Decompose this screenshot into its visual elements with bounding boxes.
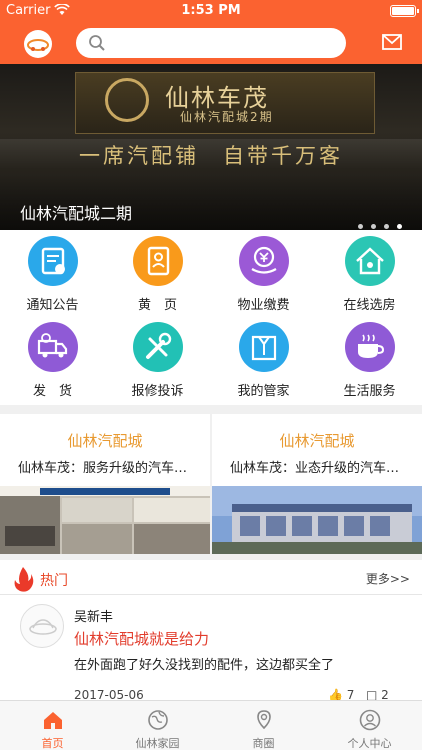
menu-label: 我的管家	[237, 384, 290, 399]
payment-icon	[239, 236, 289, 286]
menu-item-yellow-pages[interactable]: 黄 页	[105, 230, 210, 318]
logo-icon[interactable]	[24, 30, 52, 58]
banner-caption: 仙林汽配城二期	[20, 204, 133, 223]
carousel-dot-active[interactable]	[397, 224, 402, 229]
menu-label: 生活服务	[343, 384, 396, 399]
truck-icon	[28, 322, 78, 372]
card-image-building	[212, 486, 422, 554]
repair-icon	[133, 322, 183, 372]
search-input[interactable]	[76, 28, 346, 58]
tab-community[interactable]: 仙林家园	[105, 701, 210, 750]
flame-icon	[14, 567, 34, 592]
card-image-interior	[0, 486, 210, 554]
location-icon	[257, 710, 271, 730]
menu-item-repair[interactable]: 报修投诉	[105, 316, 210, 404]
news-card[interactable]: 仙林汽配城 仙林车茂：服务升级的汽车…	[0, 414, 210, 554]
post-body: 在外面跑了好久没找到的配件，这边都买全了	[74, 658, 335, 673]
menu-label: 发 货	[32, 384, 72, 399]
carousel-dot[interactable]	[357, 224, 363, 229]
news-cards: 仙林汽配城 仙林车茂：服务升级的汽车… 仙林汽配城 仙林车茂：业态升级的汽车…	[0, 414, 422, 554]
menu-label: 通知公告	[26, 298, 79, 313]
menu-label: 黄 页	[137, 298, 177, 313]
hot-section: 热门 更多>> 吴新丰 仙林汽配城就是给力 在外面跑了好久没找到的配件，这边都买…	[0, 560, 422, 702]
status-bar: Carrier 1:53 PM	[0, 0, 422, 22]
post-author: 吴新丰	[74, 610, 114, 625]
yellow-pages-icon	[133, 236, 183, 286]
battery-icon	[390, 5, 419, 17]
tab-label: 商圈	[252, 737, 275, 750]
tab-profile[interactable]: 个人中心	[317, 701, 422, 750]
menu-item-butler[interactable]: 我的管家	[211, 316, 316, 404]
tab-label: 个人中心	[347, 737, 392, 750]
avatar[interactable]	[20, 604, 64, 648]
home-icon	[44, 712, 62, 729]
notice-icon	[28, 236, 78, 286]
card-title: 仙林汽配城	[279, 432, 355, 450]
card-desc: 仙林车茂：服务升级的汽车…	[18, 461, 188, 476]
coffee-icon	[345, 322, 395, 372]
bottom-tabbar: 首页 仙林家园 商圈 个人中心	[0, 700, 422, 750]
globe-icon	[148, 710, 168, 730]
tab-home[interactable]: 首页	[0, 701, 105, 750]
status-time: 1:53 PM	[181, 3, 241, 18]
butler-icon	[239, 322, 289, 372]
menu-item-house[interactable]: 在线选房	[317, 230, 422, 318]
top-navbar	[0, 22, 422, 64]
tab-label: 首页	[41, 737, 64, 750]
banner-slogan: 一席汽配铺 自带千万客	[79, 144, 343, 168]
mail-icon[interactable]	[382, 34, 402, 50]
hot-title: 热门	[40, 573, 68, 589]
carousel-dots[interactable]	[355, 214, 402, 230]
menu-label: 物业缴费	[237, 298, 290, 313]
search-icon	[89, 35, 105, 51]
post-title[interactable]: 仙林汽配城就是给力	[74, 628, 209, 649]
person-icon	[359, 709, 381, 731]
menu-item-payment[interactable]: 物业缴费	[211, 230, 316, 318]
news-card[interactable]: 仙林汽配城 仙林车茂：业态升级的汽车…	[212, 414, 422, 554]
menu-label: 在线选房	[343, 298, 396, 313]
more-link[interactable]: 更多>>	[366, 570, 410, 587]
menu-item-life-service[interactable]: 生活服务	[317, 316, 422, 404]
tab-label: 仙林家园	[135, 737, 180, 750]
menu-label: 报修投诉	[131, 384, 184, 399]
house-icon	[345, 236, 395, 286]
divider	[0, 594, 422, 595]
card-desc: 仙林车茂：业态升级的汽车…	[230, 461, 400, 476]
card-title: 仙林汽配城	[67, 432, 143, 450]
function-menu: 通知公告 黄 页 物业缴费 在线选房 发 货 报修投诉 我的管家 生活服务	[0, 230, 422, 405]
menu-item-delivery[interactable]: 发 货	[0, 316, 105, 404]
carousel-dot[interactable]	[370, 224, 376, 229]
carousel-dot[interactable]	[383, 224, 389, 229]
tab-business[interactable]: 商圈	[211, 701, 316, 750]
menu-item-notice[interactable]: 通知公告	[0, 230, 105, 318]
banner-brand-sub: 仙林汽配城2期	[180, 110, 274, 124]
brand-ring-logo	[105, 78, 149, 122]
